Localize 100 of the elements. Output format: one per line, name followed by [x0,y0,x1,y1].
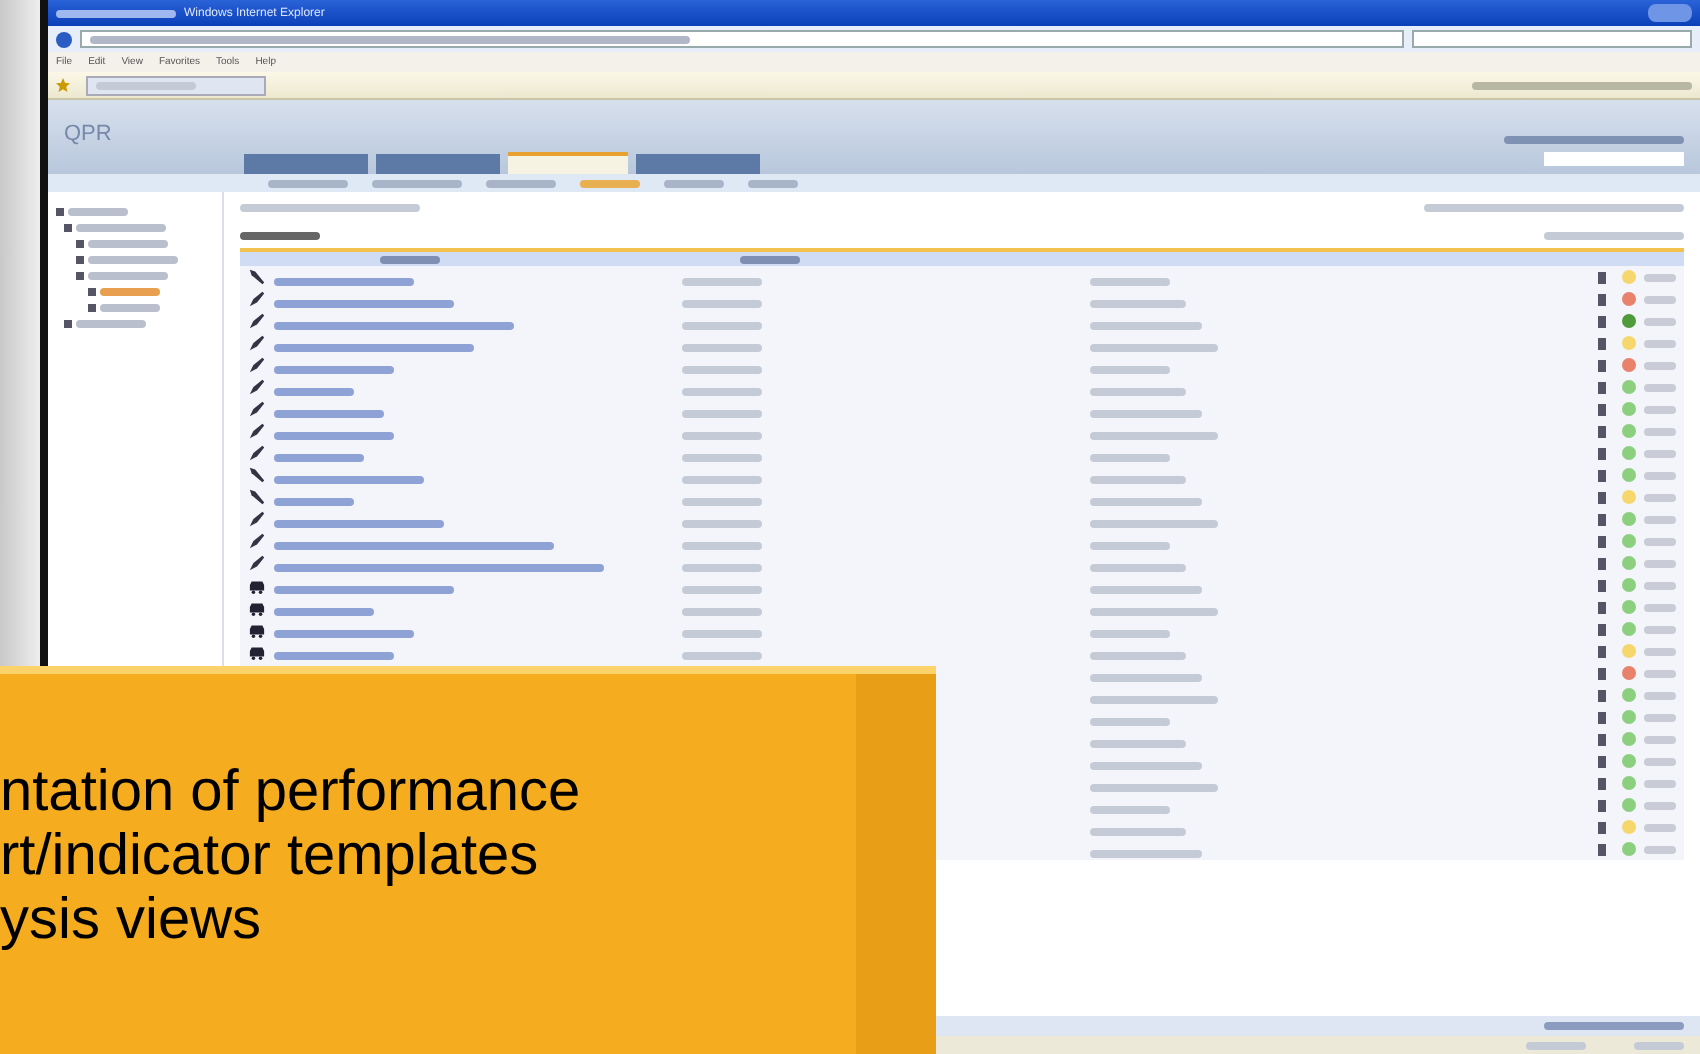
blurred-text [580,179,640,187]
blurred-text [682,541,762,549]
address-field[interactable] [80,30,1404,48]
blurred-text [1644,273,1676,281]
blurred-text [1644,449,1676,457]
blurred-text [68,208,128,216]
blurred-text [1090,695,1218,703]
blurred-text [1090,299,1186,307]
blurred-text [1090,365,1170,373]
search-field[interactable] [1544,152,1684,166]
blurred-text [76,320,146,328]
blurred-text [274,387,354,395]
blurred-text [682,607,762,615]
blurred-text [1090,277,1170,285]
blurred-text [1090,739,1186,747]
blurred-text [1090,519,1218,527]
blurred-text [1090,761,1202,769]
blurred-text [1644,493,1676,501]
blurred-text [682,475,762,483]
blurred-text [372,179,462,187]
blurred-text [100,288,160,296]
blurred-text [100,304,160,312]
blurred-text [274,629,414,637]
blurred-text [88,240,168,248]
tree-node-icon [88,288,96,296]
blurred-text [88,272,168,280]
tree-node-icon [64,320,72,328]
blurred-text [1090,453,1170,461]
blurred-text [1644,625,1676,633]
blurred-text [274,277,414,285]
blurred-text [1090,607,1218,615]
tree-node-icon [76,272,84,280]
blurred-text [274,453,364,461]
blurred-text [1644,845,1676,853]
blurred-text [1090,783,1218,791]
blurred-text [1644,537,1676,545]
blurred-text [682,409,762,417]
car-icon [248,577,266,593]
blurred-text [268,179,348,187]
callout-text: ysis views [0,888,264,952]
blurred-text [682,321,762,329]
blurred-text [1090,585,1202,593]
blurred-text [1544,1022,1684,1030]
blurred-text [1644,317,1676,325]
blurred-text [1644,713,1676,721]
blurred-text [1090,409,1202,417]
blurred-text [1090,563,1186,571]
blurred-text [274,651,394,659]
tree-node-icon [56,208,64,216]
blurred-text [1644,647,1676,655]
blurred-text [1644,471,1676,479]
blurred-text [1090,343,1218,351]
nav-tab[interactable] [508,152,628,174]
blurred-text [1644,427,1676,435]
blurred-text [1526,1041,1586,1049]
blurred-text [682,299,762,307]
blurred-text [682,387,762,395]
tree-node-icon [76,240,84,248]
blurred-text [1090,827,1186,835]
blurred-text [1644,361,1676,369]
blurred-text [682,519,762,527]
blurred-text [1644,801,1676,809]
blurred-text [682,453,762,461]
browser-tab[interactable] [86,75,266,95]
blurred-text [1090,717,1170,725]
window-controls-icon[interactable] [1648,4,1692,22]
back-icon[interactable] [56,31,72,47]
blurred-text [1644,735,1676,743]
logo: QPR [64,124,114,146]
blurred-text [274,607,374,615]
blurred-text [1644,823,1676,831]
blurred-text [88,256,178,264]
blurred-text [1644,669,1676,677]
tree-node-icon [64,224,72,232]
blurred-text [96,81,196,89]
blurred-text [274,409,384,417]
car-icon [248,643,266,659]
blurred-text [76,224,166,232]
blurred-text [1090,629,1170,637]
callout-text: ntation of performance [0,760,583,824]
blurred-text [1090,805,1170,813]
blurred-text [486,179,556,187]
blurred-text [682,343,762,351]
blurred-text [1644,405,1676,413]
blurred-text [682,431,762,439]
star-icon[interactable] [56,78,70,92]
blurred-text [682,585,762,593]
blurred-text [1090,321,1202,329]
blurred-text [682,365,762,373]
car-icon [248,599,266,615]
blurred-text [1090,475,1186,483]
blurred-text [1644,559,1676,567]
search-field[interactable] [1412,30,1692,48]
blurred-text [1090,849,1202,857]
blurred-text [1090,673,1202,681]
blurred-text [1644,295,1676,303]
blurred-text [274,431,394,439]
blurred-text [682,651,762,659]
blurred-text [380,255,440,263]
blurred-text [1634,1041,1684,1049]
